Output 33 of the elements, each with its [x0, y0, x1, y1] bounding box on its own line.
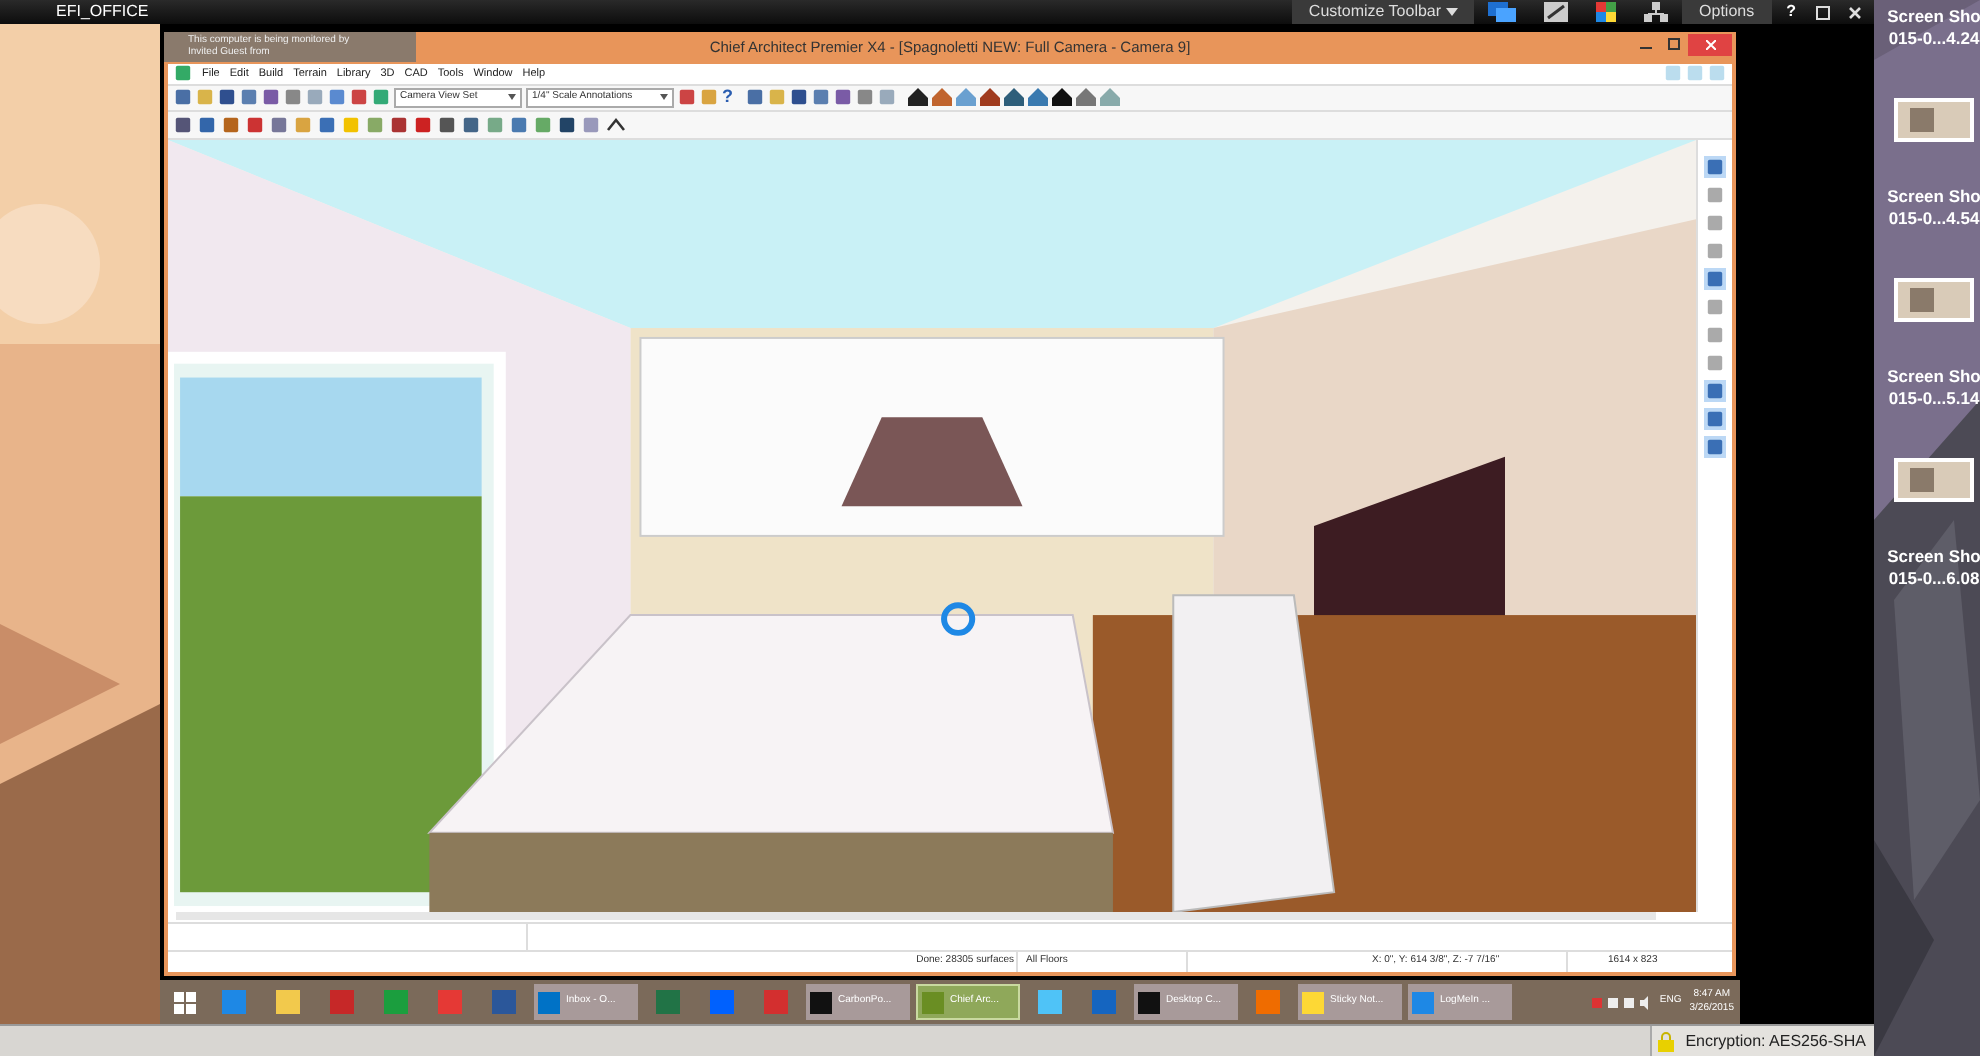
monitors-icon[interactable] [1487, 2, 1516, 22]
file-name[interactable]: Screen Sho [1887, 6, 1980, 28]
close-icon[interactable] [1848, 5, 1862, 19]
customize-toolbar-button[interactable]: Customize Toolbar [1292, 0, 1474, 24]
color-squares-icon[interactable] [1595, 2, 1616, 22]
file-name[interactable]: Screen Sho [1887, 366, 1980, 388]
help-button[interactable]: ? [1772, 4, 1810, 20]
file-name[interactable]: Screen Sho [1887, 546, 1980, 568]
close-button[interactable] [1688, 33, 1732, 56]
horizontal-scrollbar[interactable] [176, 912, 1656, 921]
session-title: EFI_OFFICE [56, 4, 149, 20]
lock-icon [1657, 1031, 1674, 1051]
file-name[interactable]: Screen Sho [1887, 186, 1980, 208]
file-thumbnail[interactable] [1894, 278, 1974, 322]
caret-icon [508, 94, 516, 101]
encryption-status: Encryption: AES256-SHA [1685, 1029, 1866, 1053]
windows-logo-icon[interactable] [174, 991, 196, 1014]
options-button[interactable]: Options [1681, 0, 1773, 24]
file-thumbnail[interactable] [1894, 98, 1974, 142]
chevron-up-icon[interactable] [606, 116, 626, 133]
file-thumbnail[interactable] [1894, 458, 1974, 502]
caret-icon [660, 94, 668, 101]
caret-icon [1445, 8, 1458, 16]
app-icon[interactable] [174, 64, 192, 83]
tray-icons[interactable] [1591, 995, 1652, 1010]
file-name[interactable]: 015-0...6.08 [1888, 568, 1980, 590]
network-icon[interactable] [1643, 2, 1668, 22]
file-name[interactable]: 015-0...5.14 [1888, 388, 1980, 410]
close-icon [1705, 39, 1715, 50]
help-toolbar-button[interactable]: ? [722, 88, 733, 107]
file-name[interactable]: 015-0...4.24 [1888, 28, 1980, 50]
pen-icon[interactable] [1543, 2, 1568, 22]
file-name[interactable]: 015-0...4.54 [1888, 208, 1980, 230]
